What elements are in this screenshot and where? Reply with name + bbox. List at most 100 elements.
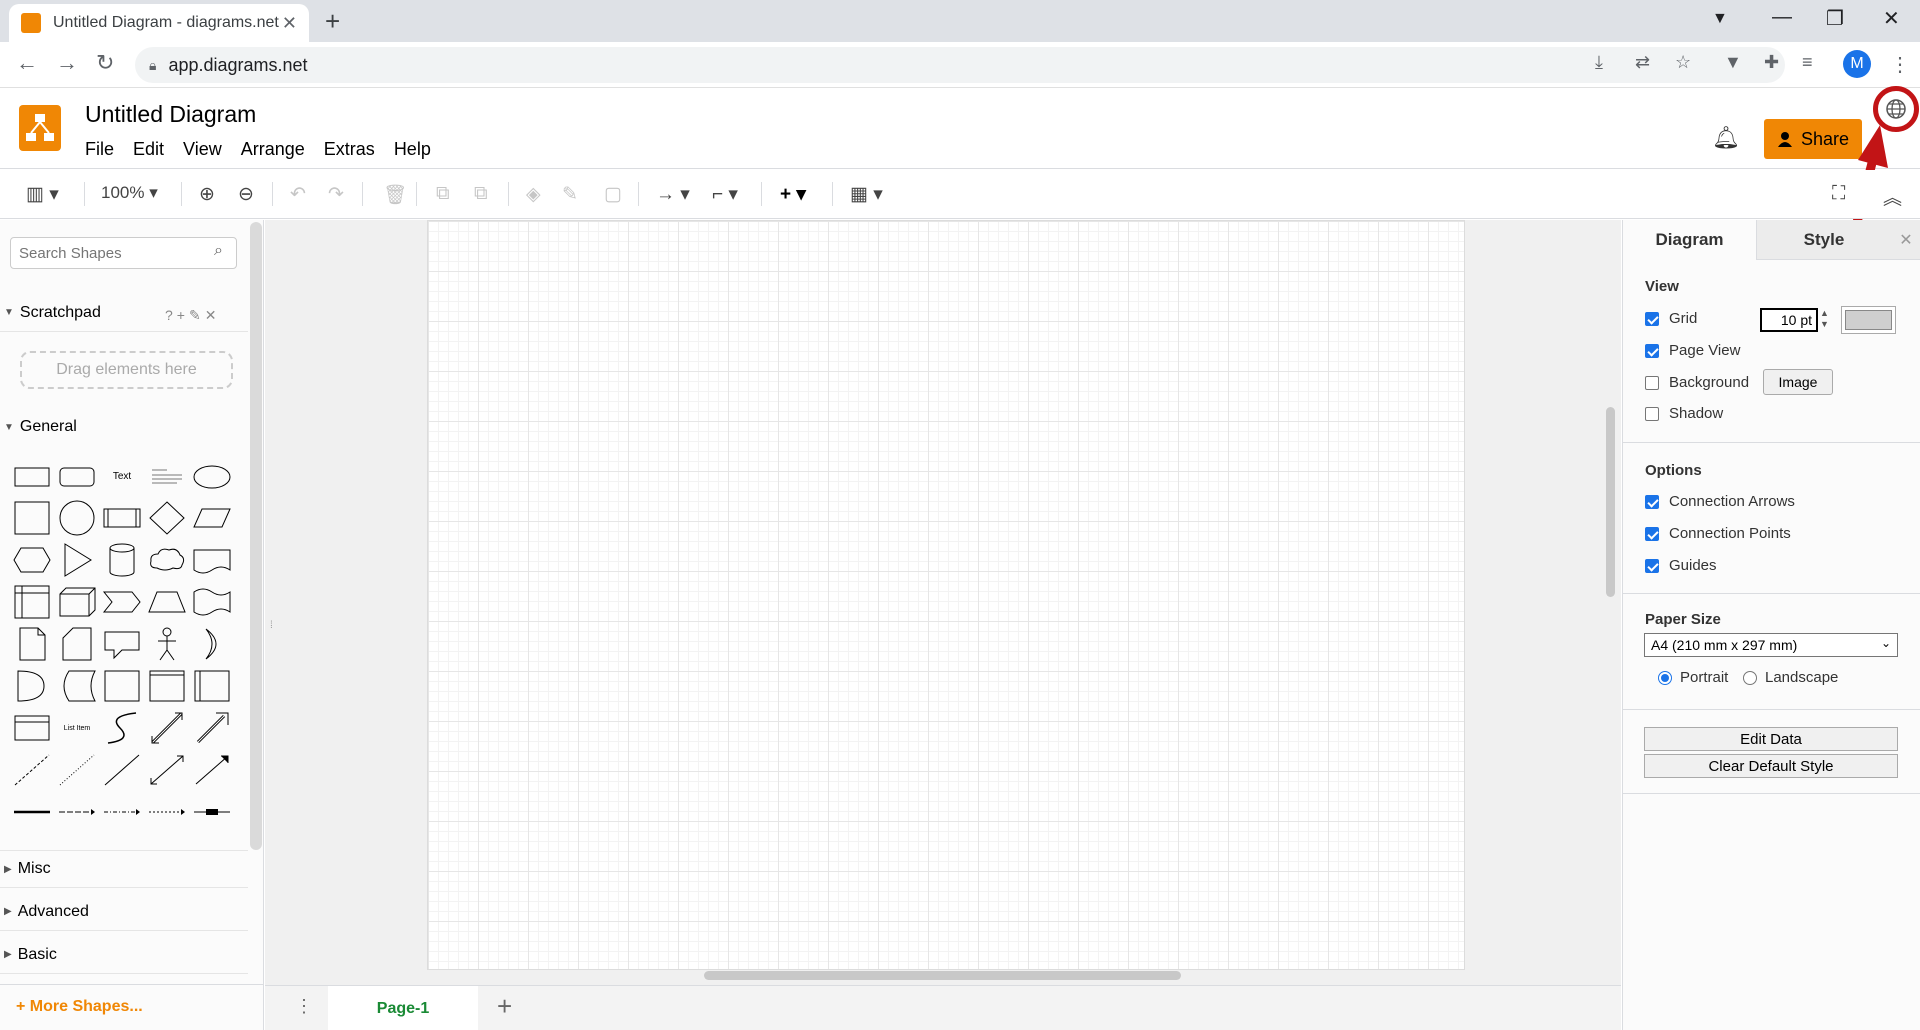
notifications-bell-icon[interactable]: 🔔︎ [1712,125,1740,151]
basic-header[interactable]: ▶ Basic [0,936,248,974]
fullscreen-icon[interactable]: ⛶ [1832,183,1845,205]
text-shape[interactable]: Text [102,458,142,494]
square-frame-shape[interactable] [102,668,142,704]
chrome-menu-icon[interactable]: ⋮ [1890,52,1910,77]
portrait-radio[interactable]: Portrait [1658,669,1728,686]
arrow-shape[interactable] [192,710,232,746]
or-shape[interactable] [192,626,232,662]
close-tab-icon[interactable]: ✕ [282,13,297,34]
container-shape[interactable] [147,668,187,704]
close-panel-icon[interactable]: ✕ [1891,220,1920,260]
background-checkbox[interactable]: Background [1645,374,1749,391]
textbox-shape[interactable] [147,458,187,494]
list-shape[interactable] [12,710,52,746]
misc-header[interactable]: ▶ Misc [0,850,248,888]
square-shape[interactable] [12,500,52,536]
dash-dot-arrow-shape[interactable] [102,794,142,830]
edit-data-button[interactable]: Edit Data [1644,727,1898,751]
card-shape[interactable] [57,626,97,662]
trapezoid-shape[interactable] [147,584,187,620]
cube-shape[interactable] [57,584,97,620]
line-color-icon[interactable]: ✎ [562,183,578,206]
collapse-toolbar-icon[interactable]: ︽ [1883,183,1902,210]
insert-icon[interactable]: + ▾ [780,183,806,206]
extension-icon[interactable]: ▼ [1724,52,1742,73]
process-shape[interactable] [102,500,142,536]
waypoints-icon[interactable]: ⌐ ▾ [712,183,738,206]
step-shape[interactable] [102,584,142,620]
to-back-icon[interactable]: ⧉ [474,183,488,205]
window-close-icon[interactable]: ✕ [1883,6,1900,31]
bidirectional-connector-shape[interactable] [147,752,187,788]
internal-storage-shape[interactable] [12,584,52,620]
delay-shape[interactable] [12,668,52,704]
guides-checkbox[interactable]: Guides [1645,557,1717,574]
advanced-header[interactable]: ▶ Advanced [0,893,248,931]
shadow-checkbox[interactable]: Shadow [1645,405,1723,422]
connection-style-icon[interactable]: → ▾ [656,183,690,206]
scratchpad-actions[interactable]: ?+✎✕ [165,307,220,324]
menu-file[interactable]: File [85,139,114,160]
redo-icon[interactable]: ↷ [328,183,344,206]
document-shape[interactable] [192,542,232,578]
diagram-canvas[interactable] [265,220,1621,985]
grid-size-stepper[interactable]: ▲ ▼ [1820,308,1829,330]
rounded-rectangle-shape[interactable] [57,458,97,494]
triangle-shape[interactable] [57,542,97,578]
search-shapes-input[interactable] [10,237,237,269]
swimlane-shape[interactable] [192,668,232,704]
bookmark-star-icon[interactable]: ☆ [1675,52,1691,73]
back-icon[interactable]: ← [16,50,38,76]
clear-default-style-button[interactable]: Clear Default Style [1644,754,1898,778]
zoom-in-icon[interactable]: ⊕ [199,183,215,206]
data-storage-shape[interactable] [57,668,97,704]
search-icon[interactable]: ⌕ [214,242,223,260]
parallelogram-shape[interactable] [192,500,232,536]
list-item-shape[interactable]: List Item [57,710,97,746]
thick-line-shape[interactable] [12,794,52,830]
dotted-arrow-shape[interactable] [147,794,187,830]
diamond-shape[interactable] [147,500,187,536]
connection-points-checkbox[interactable]: Connection Points [1645,525,1791,542]
extensions-puzzle-icon[interactable]: ✚ [1764,52,1779,73]
rectangle-shape[interactable] [12,458,52,494]
add-page-icon[interactable]: + [497,991,512,1022]
horizontal-scrollbar[interactable] [704,971,1181,980]
menu-extras[interactable]: Extras [324,139,375,160]
general-header[interactable]: ▼ General [0,408,248,446]
tape-shape[interactable] [192,584,232,620]
curve-shape[interactable] [102,710,142,746]
table-icon[interactable]: ▦ ▾ [850,183,883,206]
document-title[interactable]: Untitled Diagram [85,101,256,128]
fill-color-icon[interactable]: ◈ [526,183,541,206]
page-view-checkbox[interactable]: Page View [1645,342,1740,359]
translate-icon[interactable]: ⇄ [1635,52,1650,73]
delete-icon[interactable]: 🗑︎ [383,183,407,207]
menu-help[interactable]: Help [394,139,431,160]
forward-icon[interactable]: → [56,50,78,76]
profile-avatar[interactable]: M [1843,50,1871,78]
scratchpad-dropzone[interactable]: Drag elements here [20,351,233,389]
sidebar-resize-handle[interactable]: ⁞ [270,620,273,631]
tab-search-icon[interactable]: ▼ [1712,10,1728,28]
menu-arrange[interactable]: Arrange [241,139,305,160]
directional-connector-shape[interactable] [192,752,232,788]
new-tab-icon[interactable]: + [325,6,340,37]
link-shape[interactable] [192,794,232,830]
sidebar-scrollbar[interactable] [250,222,262,850]
callout-shape[interactable] [102,626,142,662]
grid-color-button[interactable] [1841,306,1896,334]
cloud-shape[interactable] [147,542,187,578]
vertical-scrollbar[interactable] [1606,407,1615,597]
connection-arrows-checkbox[interactable]: Connection Arrows [1645,493,1795,510]
line-shape[interactable] [102,752,142,788]
cylinder-shape[interactable] [102,542,142,578]
page-tab[interactable]: Page-1 [328,986,478,1030]
reload-icon[interactable]: ↻ [96,50,114,76]
menu-edit[interactable]: Edit [133,139,164,160]
zoom-out-icon[interactable]: ⊖ [238,183,254,206]
install-app-icon[interactable]: ⤓ [1595,52,1603,73]
tab-style[interactable]: Style [1756,220,1891,260]
menu-view[interactable]: View [183,139,222,160]
bidirectional-arrow-shape[interactable] [147,710,187,746]
